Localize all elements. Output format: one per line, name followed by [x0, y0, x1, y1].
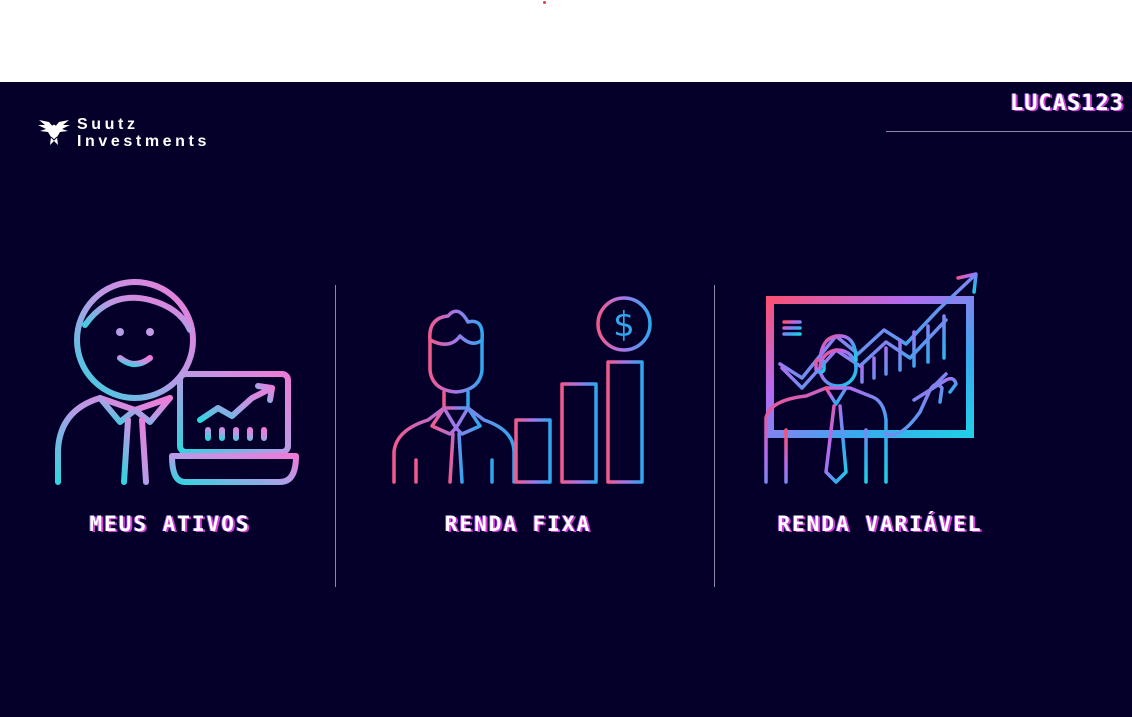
card-label-renda-variavel: RENDA VARIÁVEL [777, 512, 983, 536]
variable-income-presentation-icon [764, 272, 978, 484]
user-underline [886, 131, 1132, 132]
eagle-icon [38, 120, 70, 145]
brand-line-2: Investments [77, 133, 210, 150]
card-renda-fixa[interactable]: $ RENDA FIXA [380, 270, 656, 542]
page-loading-dot [543, 1, 546, 4]
brand-line-1: Suutz [77, 116, 139, 133]
main-app: Suutz Investments LUCAS123 MEUS ATIVOS $… [0, 82, 1132, 717]
user-name[interactable]: LUCAS123 [1010, 91, 1124, 116]
divider-1 [335, 285, 336, 587]
brand-logo-link[interactable]: Suutz Investments [37, 115, 210, 151]
brand-name: Suutz Investments [77, 116, 210, 150]
fixed-income-growth-icon: $ [392, 296, 652, 484]
card-label-meus-ativos: MEUS ATIVOS [89, 512, 251, 536]
svg-text:$: $ [613, 305, 635, 345]
card-renda-variavel[interactable]: RENDA VARIÁVEL [750, 270, 1010, 542]
divider-2 [714, 285, 715, 587]
card-meus-ativos[interactable]: MEUS ATIVOS [40, 270, 300, 542]
card-label-renda-fixa: RENDA FIXA [444, 512, 592, 536]
investor-laptop-icon [55, 279, 299, 485]
